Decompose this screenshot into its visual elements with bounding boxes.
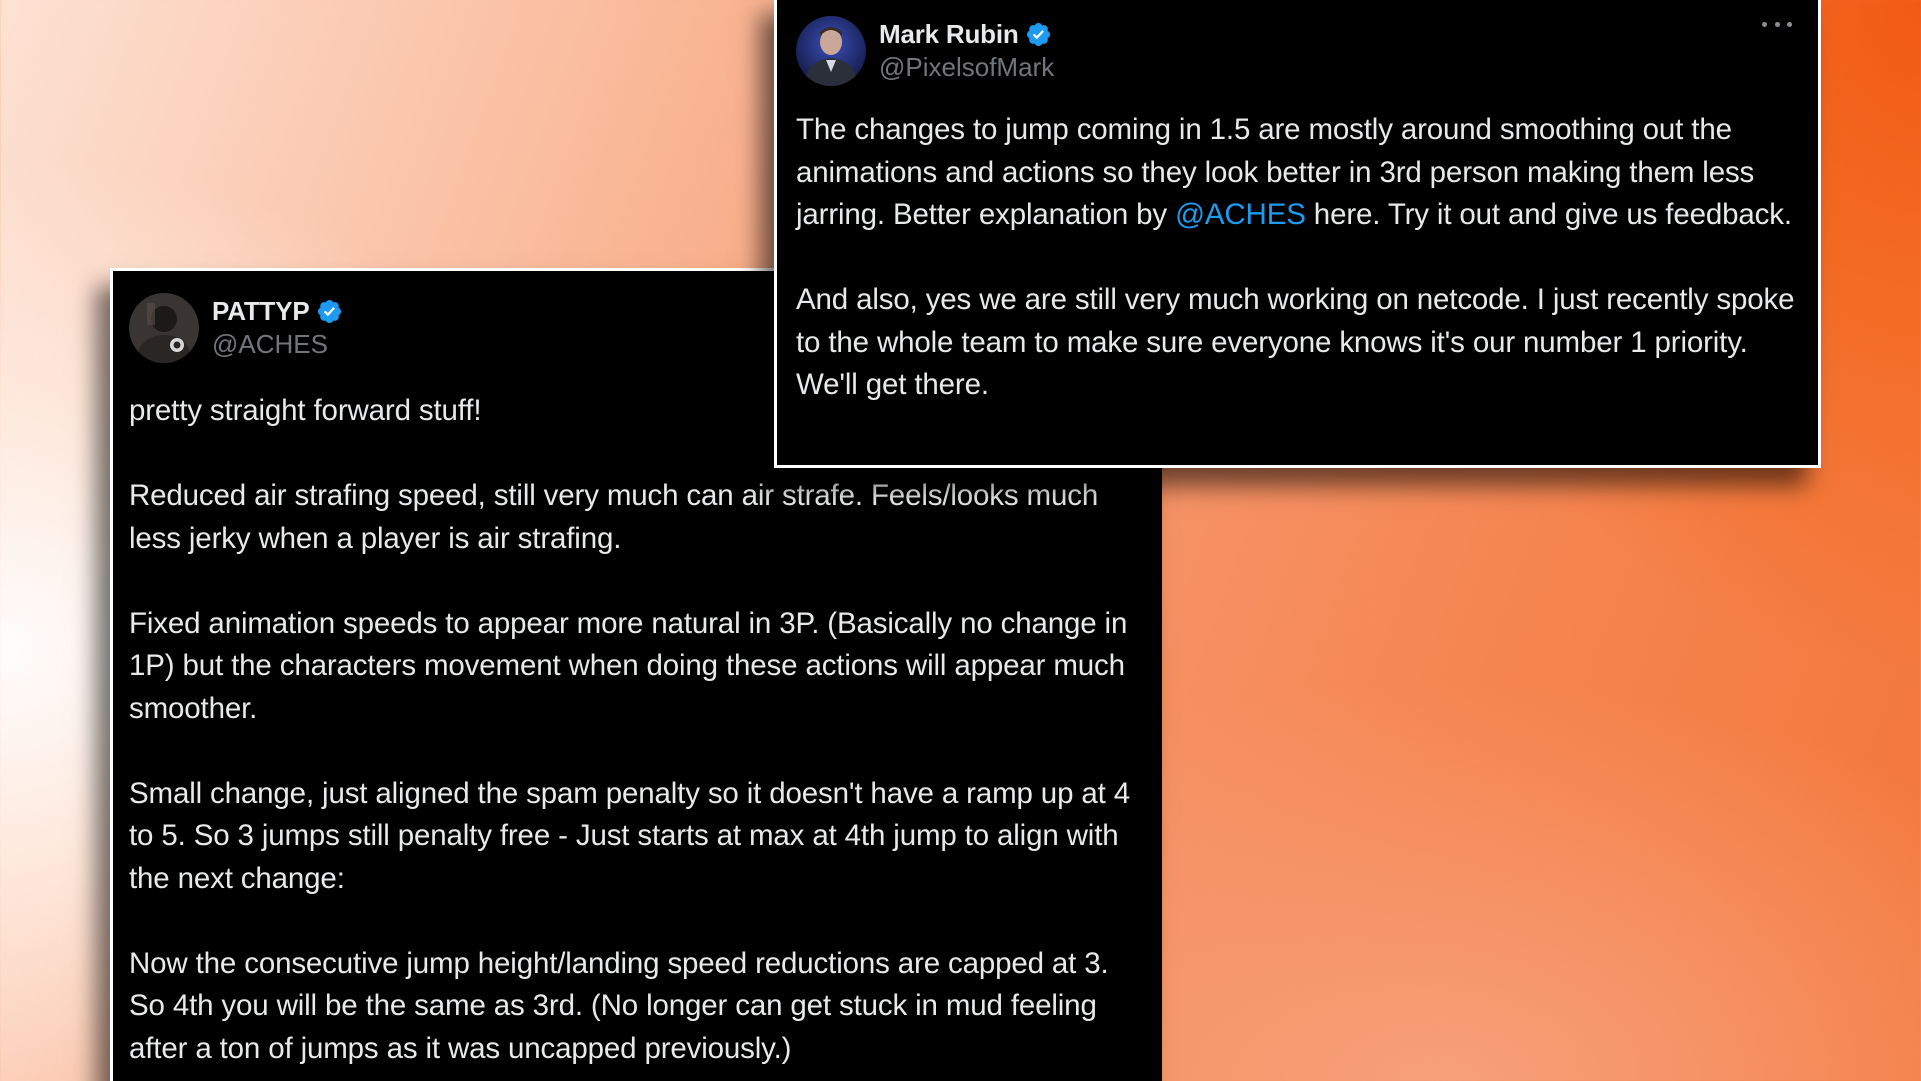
more-dot (1774, 21, 1780, 27)
tweet-paragraph: Reduced air strafing speed, still very m… (129, 479, 1099, 555)
more-options-icon[interactable] (1762, 18, 1792, 30)
mention-link[interactable]: @ACHES (1175, 198, 1306, 231)
handle[interactable]: @ACHES (212, 329, 343, 360)
tweet-body: pretty straight forward stuff! Reduced a… (129, 390, 1139, 1081)
tweet-paragraph: And also, yes we are still very much wor… (796, 283, 1795, 401)
tweet-text: here. Try it out and give us feedback. (1305, 198, 1792, 231)
tweet-paragraph: Fixed animation speeds to appear more na… (129, 606, 1128, 725)
tweet-author: PATTYP @ACHES (212, 293, 343, 360)
display-name[interactable]: PATTYP (212, 296, 310, 327)
verified-badge-icon (317, 299, 341, 323)
more-dot (1787, 21, 1792, 27)
tweet-paragraph: The changes to jump coming in 1.5 are mo… (796, 109, 1806, 237)
avatar[interactable] (796, 16, 866, 86)
tweet-author: Mark Rubin @PixelsofMark (879, 16, 1054, 83)
verified-badge-icon (1026, 22, 1050, 46)
tweet-paragraph: Small change, just aligned the spam pena… (129, 776, 1130, 895)
display-name[interactable]: Mark Rubin (879, 19, 1019, 50)
handle[interactable]: @PixelsofMark (879, 52, 1054, 83)
avatar-image (796, 16, 866, 86)
tweet-body: The changes to jump coming in 1.5 are mo… (796, 109, 1806, 407)
avatar-image (129, 293, 199, 363)
tweet-header: Mark Rubin @PixelsofMark (796, 16, 1054, 86)
tweet-header: PATTYP @ACHES (129, 293, 343, 363)
tweet-card-mark-rubin: Mark Rubin @PixelsofMark The changes to … (774, 0, 1821, 468)
more-dot (1762, 21, 1767, 27)
avatar[interactable] (129, 293, 199, 363)
tweet-paragraph: Now the consecutive jump height/landing … (129, 946, 1109, 1065)
